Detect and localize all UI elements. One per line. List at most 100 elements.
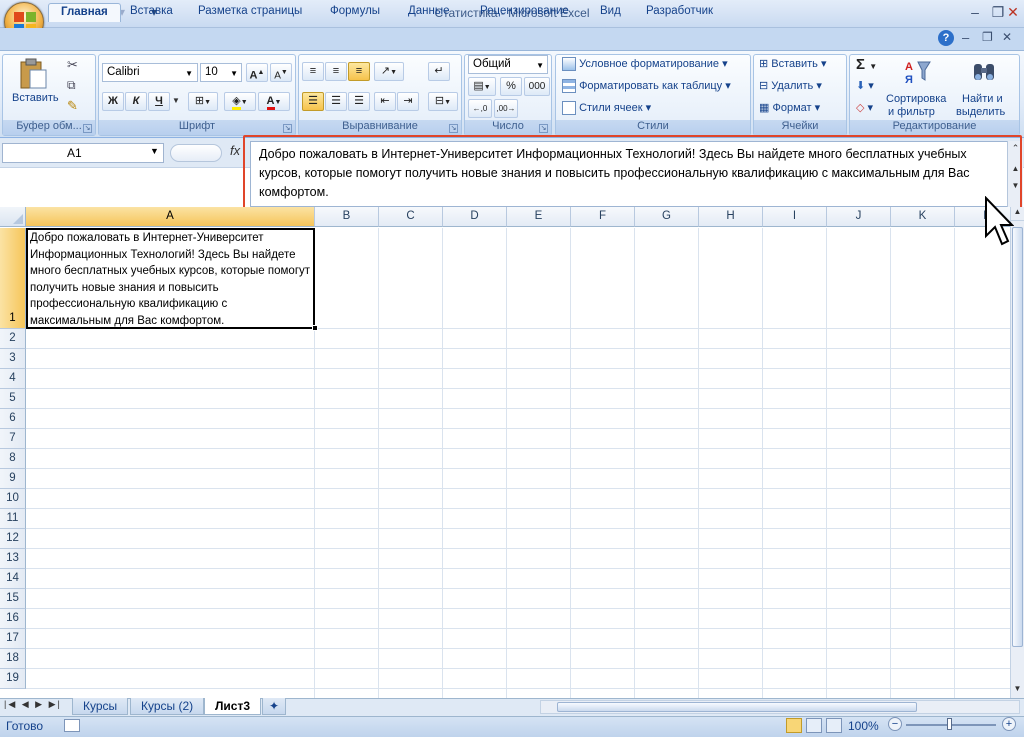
column-header-j[interactable]: J [827, 207, 891, 227]
orientation-button[interactable]: ↗▼ [374, 62, 404, 81]
thousands-button[interactable]: 000 [524, 77, 550, 96]
vertical-scrollbar[interactable]: ▲ ▼ [1010, 207, 1024, 698]
decrease-decimal-button[interactable]: ,00→ [494, 99, 518, 118]
number-format-combo[interactable]: Общий ▼ [468, 55, 548, 74]
row-header-8[interactable]: 8 [0, 449, 26, 469]
horizontal-scrollbar[interactable] [540, 700, 1020, 714]
number-launcher-icon[interactable]: ↘ [539, 124, 548, 133]
format-as-table-button[interactable]: Форматировать как таблицу ▾ [562, 79, 731, 94]
row-header-5[interactable]: 5 [0, 389, 26, 409]
merge-center-button[interactable]: ⊟▼ [428, 92, 458, 111]
borders-button[interactable]: ⊞▼ [188, 92, 218, 111]
tab-view[interactable]: Вид [588, 3, 633, 22]
zoom-in-icon[interactable]: + [1002, 717, 1016, 731]
row-header-3[interactable]: 3 [0, 349, 26, 369]
font-size-combo[interactable]: 10 ▼ [200, 63, 242, 82]
h-scroll-thumb[interactable] [557, 702, 917, 712]
chevron-down-icon[interactable]: ▼ [150, 146, 159, 156]
column-header-h[interactable]: H [699, 207, 763, 227]
cut-icon[interactable]: ✂ [67, 57, 78, 73]
zoom-out-icon[interactable]: − [888, 717, 902, 731]
row-header-6[interactable]: 6 [0, 409, 26, 429]
alignment-launcher-icon[interactable]: ↘ [449, 124, 458, 133]
macro-record-icon[interactable] [64, 719, 80, 732]
row-header-13[interactable]: 13 [0, 549, 26, 569]
workbook-close-icon[interactable]: ✕ [1002, 30, 1012, 44]
tab-insert[interactable]: Вставка [118, 3, 185, 22]
sort-filter-button-line2[interactable]: и фильтр [888, 106, 935, 118]
sheet-tab-kursy-2[interactable]: Курсы (2) [130, 698, 205, 715]
insert-cells-button[interactable]: ⊞ Вставить ▾ [759, 57, 827, 70]
delete-cells-button[interactable]: ⊟ Удалить ▾ [759, 79, 822, 92]
sheet-tab-list3[interactable]: Лист3 [204, 698, 262, 715]
align-right-button[interactable]: ☰ [348, 92, 370, 111]
currency-button[interactable]: ▤▼ [468, 77, 496, 96]
close-icon[interactable]: ✕ [1000, 3, 1024, 21]
scroll-thumb[interactable] [1012, 227, 1023, 647]
tab-data[interactable]: Данные [396, 3, 462, 22]
fill-color-button[interactable]: ◈▼ [224, 92, 256, 111]
row-header-10[interactable]: 10 [0, 489, 26, 509]
tab-page-layout[interactable]: Разметка страницы [186, 3, 314, 22]
align-middle-button[interactable]: ≡ [325, 62, 347, 81]
column-header-b[interactable]: B [315, 207, 379, 227]
formula-bar-splitter[interactable] [170, 144, 222, 162]
row-header-12[interactable]: 12 [0, 529, 26, 549]
clear-button[interactable]: ◇ ▾ [856, 101, 873, 114]
column-header-g[interactable]: G [635, 207, 699, 227]
font-name-combo[interactable]: Calibri ▼ [102, 63, 198, 82]
row-header-4[interactable]: 4 [0, 369, 26, 389]
row-header-7[interactable]: 7 [0, 429, 26, 449]
column-header-d[interactable]: D [443, 207, 507, 227]
tab-developer[interactable]: Разработчик [634, 3, 725, 22]
sheet-tab-kursy[interactable]: Курсы [72, 698, 129, 715]
align-left-button[interactable]: ☰ [302, 92, 324, 111]
name-box[interactable]: A1 [2, 143, 164, 163]
grow-font-button[interactable]: A▲ [246, 63, 268, 82]
find-select-button-line2[interactable]: выделить [956, 106, 1005, 118]
tab-formulas[interactable]: Формулы [318, 3, 392, 22]
insert-sheet-icon[interactable]: ✦ [262, 698, 287, 715]
shrink-font-button[interactable]: A▼ [270, 63, 292, 82]
row-header-2[interactable]: 2 [0, 329, 26, 349]
select-all-button[interactable] [0, 207, 26, 227]
zoom-slider-thumb[interactable] [947, 718, 952, 730]
fill-handle[interactable] [312, 325, 318, 331]
format-cells-button[interactable]: ▦ Формат ▾ [759, 101, 820, 114]
row-header-14[interactable]: 14 [0, 569, 26, 589]
align-center-button[interactable]: ☰ [325, 92, 347, 111]
align-bottom-button[interactable]: ≡ [348, 62, 370, 81]
clipboard-launcher-icon[interactable]: ↘ [83, 124, 92, 133]
find-select-button[interactable]: Найти и [962, 93, 1003, 105]
copy-icon[interactable]: ⧉ [67, 78, 76, 93]
row-header-18[interactable]: 18 [0, 649, 26, 669]
row-header-15[interactable]: 15 [0, 589, 26, 609]
normal-view-icon[interactable] [786, 718, 802, 733]
fill-button[interactable]: ⬇ ▾ [856, 79, 874, 92]
row-header-11[interactable]: 11 [0, 509, 26, 529]
cell-a1[interactable]: Добро пожаловать в Интернет-Университет … [26, 228, 315, 329]
ribbon-restore-icon[interactable]: ❐ [982, 30, 993, 44]
underline-button[interactable]: Ч [148, 92, 170, 111]
sort-filter-button[interactable]: Сортировка [886, 93, 946, 105]
format-painter-icon[interactable]: ✎ [67, 98, 78, 114]
column-header-k[interactable]: K [891, 207, 955, 227]
column-header-f[interactable]: F [571, 207, 635, 227]
paste-icon[interactable] [18, 58, 48, 93]
increase-indent-button[interactable]: ⇥ [397, 92, 419, 111]
sheet-nav-icon[interactable]: |◀ ◀ ▶ ▶| [4, 699, 62, 710]
column-header-i[interactable]: I [763, 207, 827, 227]
ribbon-minimize-icon[interactable]: – [962, 30, 969, 45]
spreadsheet-grid[interactable]: ABCDEFGHIJKL 123456789101112131415161718… [0, 207, 1024, 698]
tab-home[interactable]: Главная [48, 3, 121, 22]
row-header-16[interactable]: 16 [0, 609, 26, 629]
font-launcher-icon[interactable]: ↘ [283, 124, 292, 133]
zoom-level[interactable]: 100% [848, 719, 879, 733]
paste-button[interactable]: Вставить [12, 92, 59, 104]
italic-button[interactable]: К [125, 92, 147, 111]
page-layout-view-icon[interactable] [806, 718, 822, 733]
font-color-button[interactable]: A▼ [258, 92, 290, 111]
page-break-view-icon[interactable] [826, 718, 842, 733]
column-header-a[interactable]: A [26, 207, 315, 227]
increase-decimal-button[interactable]: ←,0 [468, 99, 492, 118]
